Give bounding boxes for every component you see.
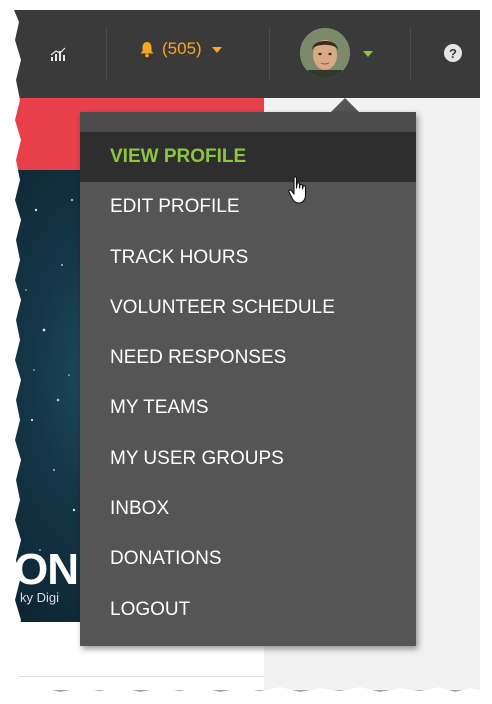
screenshot-frame: (505) ? ON ky Digi VIEW PROFILE EDIT PRO… (14, 10, 480, 690)
hero-subtitle: ky Digi (20, 590, 60, 605)
menu-item-track-hours[interactable]: TRACK HOURS (80, 233, 416, 283)
chevron-down-icon[interactable] (363, 51, 373, 57)
chevron-down-icon (211, 47, 222, 53)
top-navigation-bar: (505) ? (14, 10, 480, 98)
user-photo (300, 28, 350, 78)
hero-title: ON (14, 545, 79, 594)
hand-pointer-icon (288, 176, 307, 204)
notifications-button[interactable]: (505) (138, 39, 222, 59)
question-circle-icon[interactable]: ? (444, 44, 462, 62)
bell-icon (140, 42, 154, 58)
menu-item-volunteer-schedule[interactable]: VOLUNTEER SCHEDULE (80, 283, 416, 333)
menu-item-edit-profile[interactable]: EDIT PROFILE (80, 182, 416, 232)
separator (269, 28, 270, 80)
divider (14, 676, 264, 677)
separator (410, 28, 411, 80)
notification-count: (505) (162, 39, 202, 58)
menu-item-my-teams[interactable]: MY TEAMS (80, 383, 416, 433)
separator (106, 28, 107, 80)
bar-chart-icon[interactable] (50, 46, 66, 62)
dropdown-pointer (331, 98, 359, 112)
menu-item-need-responses[interactable]: NEED RESPONSES (80, 333, 416, 383)
menu-item-view-profile[interactable]: VIEW PROFILE (80, 132, 416, 183)
menu-item-logout[interactable]: LOGOUT (80, 585, 416, 635)
menu-item-donations[interactable]: DONATIONS (80, 534, 416, 584)
menu-item-inbox[interactable]: INBOX (80, 484, 416, 534)
avatar[interactable] (300, 28, 350, 78)
profile-dropdown-menu: VIEW PROFILE EDIT PROFILE TRACK HOURS VO… (80, 112, 416, 646)
dropdown-header (80, 112, 416, 132)
menu-item-my-user-groups[interactable]: MY USER GROUPS (80, 434, 416, 484)
